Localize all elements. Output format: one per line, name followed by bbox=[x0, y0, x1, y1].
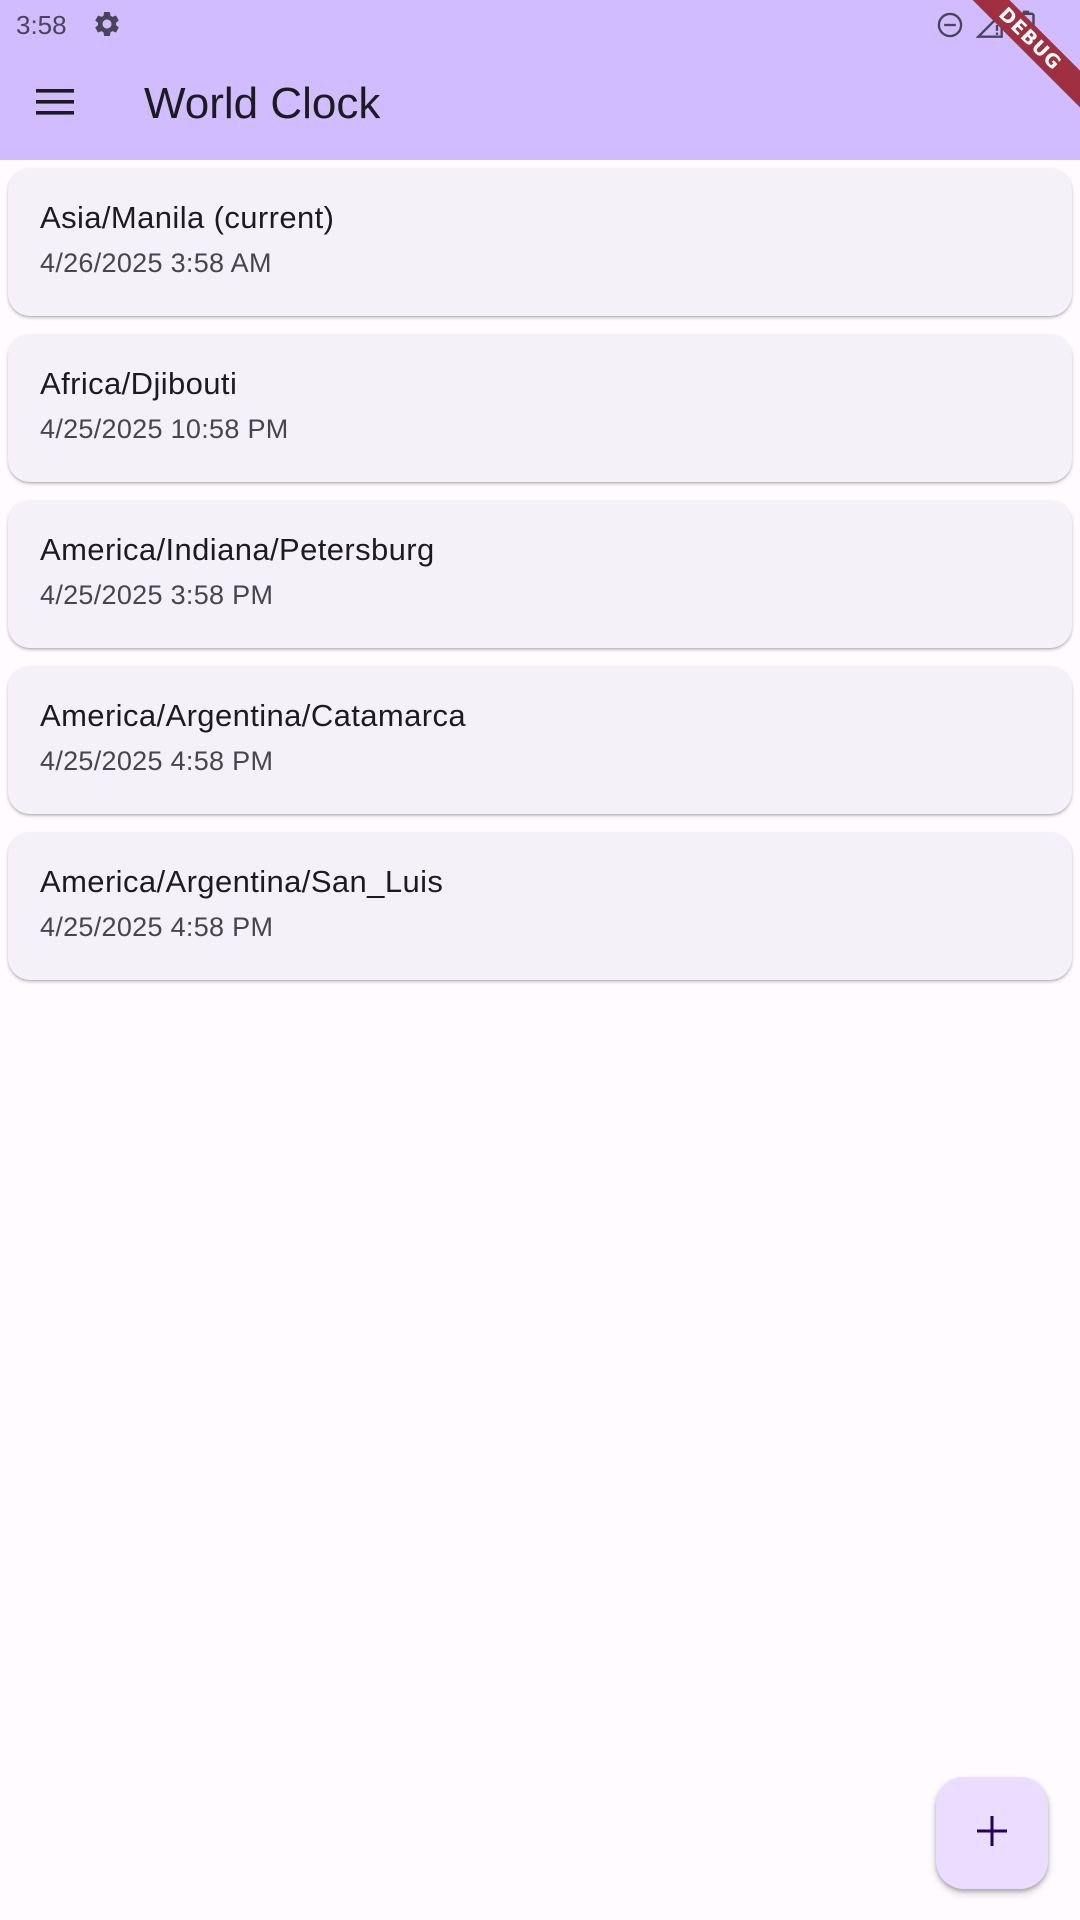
clock-datetime: 4/25/2025 10:58 PM bbox=[40, 414, 289, 444]
plus-icon bbox=[975, 1814, 1009, 1853]
clock-card-africa-djibouti[interactable]: Africa/Djibouti 4/25/2025 10:58 PM bbox=[8, 334, 1072, 482]
settings-gear-icon bbox=[92, 9, 122, 39]
page-title: World Clock bbox=[144, 79, 381, 128]
clock-datetime: 4/25/2025 4:58 PM bbox=[40, 912, 274, 942]
clock-zone-name: America/Indiana/Petersburg bbox=[40, 532, 435, 567]
clock-list: Asia/Manila (current) 4/26/2025 3:58 AM … bbox=[8, 168, 1072, 998]
clock-zone-name: America/Argentina/Catamarca bbox=[40, 698, 467, 733]
clock-card-america-argentina-catamarca[interactable]: America/Argentina/Catamarca 4/25/2025 4:… bbox=[8, 666, 1072, 814]
app-bar: World Clock bbox=[0, 50, 1080, 160]
status-time: 3:58 bbox=[16, 10, 67, 40]
clock-datetime: 4/25/2025 4:58 PM bbox=[40, 746, 274, 776]
status-bar: 3:58 bbox=[0, 0, 1080, 50]
clock-datetime: 4/25/2025 3:58 PM bbox=[40, 580, 274, 610]
clock-zone-name: Asia/Manila (current) bbox=[40, 200, 335, 235]
clock-zone-name: Africa/Djibouti bbox=[40, 366, 238, 401]
clock-card-america-indiana-petersburg[interactable]: America/Indiana/Petersburg 4/25/2025 3:5… bbox=[8, 500, 1072, 648]
world-clock-screen: 3:58 World Clock DEBUG Asia/Manila (curr… bbox=[0, 0, 1080, 1920]
signal-icon bbox=[976, 11, 1004, 39]
status-icons bbox=[936, 10, 1036, 40]
do-not-disturb-icon bbox=[936, 11, 964, 39]
battery-icon bbox=[1016, 10, 1036, 40]
clock-card-america-argentina-san-luis[interactable]: America/Argentina/San_Luis 4/25/2025 4:5… bbox=[8, 832, 1072, 980]
add-clock-button[interactable] bbox=[936, 1777, 1048, 1889]
clock-zone-name: America/Argentina/San_Luis bbox=[40, 864, 444, 899]
hamburger-menu-icon bbox=[36, 88, 76, 121]
clock-card-asia-manila[interactable]: Asia/Manila (current) 4/26/2025 3:58 AM bbox=[8, 168, 1072, 316]
menu-button[interactable] bbox=[20, 68, 92, 140]
clock-datetime: 4/26/2025 3:58 AM bbox=[40, 248, 272, 278]
